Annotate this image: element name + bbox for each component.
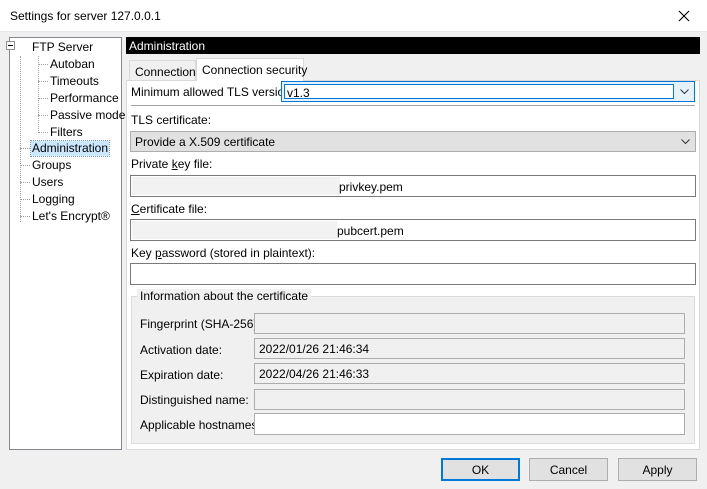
hostnames-label: Applicable hostnames: xyxy=(140,418,261,432)
tree-item-ftp-server[interactable]: FTP Server xyxy=(32,40,93,55)
activation-label: Activation date: xyxy=(140,343,223,357)
dn-field[interactable] xyxy=(254,389,685,410)
tree-item-administration[interactable]: Administration xyxy=(29,140,111,157)
private-key-input[interactable]: privkey.pem xyxy=(130,175,696,197)
tree-item-groups[interactable]: Groups xyxy=(32,158,71,173)
tls-cert-label: TLS certificate: xyxy=(131,113,212,127)
private-key-value: privkey.pem xyxy=(339,180,403,194)
chevron-down-icon xyxy=(681,139,690,145)
collapse-toggle[interactable] xyxy=(6,41,15,50)
tree-item-lets-encrypt[interactable]: Let's Encrypt® xyxy=(32,209,110,224)
dn-label: Distinguished name: xyxy=(140,393,249,407)
key-password-label: Key password (stored in plaintext): xyxy=(131,246,316,260)
cert-file-label: Certificate file: xyxy=(131,202,208,216)
fingerprint-field[interactable] xyxy=(254,313,685,334)
hostnames-field[interactable] xyxy=(254,413,685,435)
tls-cert-select[interactable]: Provide a X.509 certificate xyxy=(130,131,696,152)
key-password-input[interactable] xyxy=(130,263,696,285)
window-title: Settings for server 127.0.0.1 xyxy=(10,9,161,23)
tree-item-users[interactable]: Users xyxy=(32,175,63,190)
tree-item-timeouts[interactable]: Timeouts xyxy=(50,74,99,89)
apply-button[interactable]: Apply xyxy=(618,458,697,481)
min-tls-select[interactable]: v1.3 xyxy=(281,81,695,102)
tree-item-passive-mode[interactable]: Passive mode xyxy=(50,108,125,123)
redacted-area xyxy=(132,177,340,195)
tree-item-performance[interactable]: Performance xyxy=(50,91,119,106)
min-tls-label: Minimum allowed TLS version: xyxy=(131,85,295,99)
redacted-area xyxy=(132,221,337,239)
title-bar: Settings for server 127.0.0.1 xyxy=(0,0,707,32)
cancel-button[interactable]: Cancel xyxy=(529,458,608,481)
tree-item-logging[interactable]: Logging xyxy=(32,192,75,207)
expiration-label: Expiration date: xyxy=(140,368,224,382)
min-tls-value: v1.3 xyxy=(287,86,310,100)
tree-item-autoban[interactable]: Autoban xyxy=(50,57,95,72)
separator xyxy=(131,105,695,106)
close-icon xyxy=(678,10,690,22)
cert-info-title: Information about the certificate xyxy=(137,289,312,303)
tab-connection-security[interactable]: Connection security xyxy=(196,58,307,81)
close-button[interactable] xyxy=(661,0,707,32)
panel-header: Administration xyxy=(126,37,700,54)
private-key-label: Private key file: xyxy=(131,157,213,171)
tls-cert-value: Provide a X.509 certificate xyxy=(135,135,276,149)
cert-file-input[interactable]: pubcert.pem xyxy=(130,219,696,241)
expiration-field[interactable]: 2022/04/26 21:46:33 xyxy=(254,363,685,384)
fingerprint-label: Fingerprint (SHA-256): xyxy=(140,317,261,331)
chevron-down-icon xyxy=(680,89,689,95)
tree-item-filters[interactable]: Filters xyxy=(50,125,83,140)
cert-file-value: pubcert.pem xyxy=(337,224,404,238)
tab-connection[interactable]: Connection xyxy=(129,60,196,80)
activation-field[interactable]: 2022/01/26 21:46:34 xyxy=(254,338,685,359)
settings-tree[interactable]: FTP Server Autoban Timeouts Performance … xyxy=(9,37,125,450)
ok-button[interactable]: OK xyxy=(441,458,520,481)
